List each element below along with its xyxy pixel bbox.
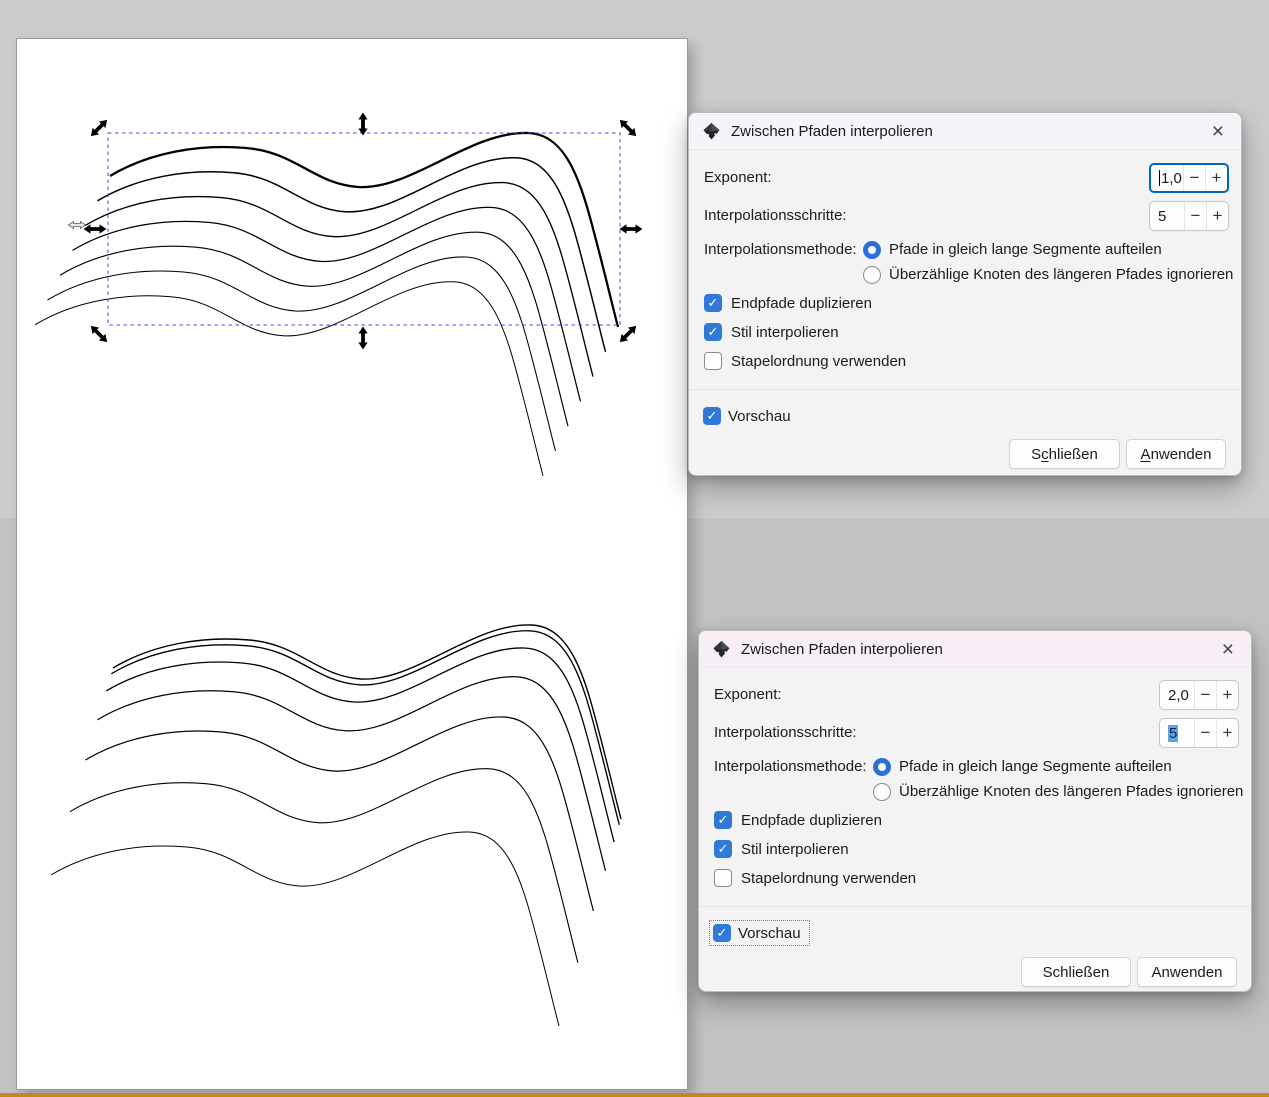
zorder-label[interactable]: Stapelordnung verwenden	[731, 352, 906, 372]
close-icon[interactable]: ×	[1208, 121, 1228, 142]
exponent-value[interactable]: 1,0	[1151, 165, 1183, 191]
scale-handle-arrow-icon[interactable]	[88, 117, 111, 140]
zorder-checkbox[interactable]	[714, 869, 732, 887]
decrement-button[interactable]: −	[1194, 681, 1216, 709]
text-caret	[1159, 170, 1160, 186]
apply-button[interactable]: Anwenden	[1137, 957, 1237, 987]
close-button[interactable]: Schließen	[1021, 957, 1131, 987]
steps-label: Interpolationsschritte:	[714, 723, 857, 743]
method-option-label[interactable]: Überzählige Knoten des längeren Pfades i…	[899, 782, 1243, 802]
method-label: Interpolationsmethode:	[704, 240, 857, 260]
scale-handle-arrow-icon[interactable]	[88, 323, 111, 346]
quadratic-interpolation-curves[interactable]	[70, 769, 578, 963]
linear-interpolation-curves[interactable]	[35, 282, 543, 476]
apply-button[interactable]: Anwenden	[1126, 439, 1226, 469]
preview-control[interactable]: ✓ Vorschau	[700, 404, 799, 428]
quadratic-interpolation-curves[interactable]	[98, 677, 606, 871]
scale-handle-arrow-icon[interactable]	[358, 327, 367, 350]
quadratic-interpolation-curves[interactable]	[106, 648, 614, 842]
decrement-button[interactable]: −	[1194, 719, 1216, 747]
increment-button[interactable]: +	[1206, 202, 1228, 230]
steps-value[interactable]: 5	[1150, 202, 1184, 230]
method-option-label[interactable]: Pfade in gleich lange Segmente aufteilen	[889, 240, 1162, 260]
method-label: Interpolationsmethode:	[714, 757, 867, 777]
exponent-spinner[interactable]: 1,0 − +	[1149, 163, 1229, 193]
mouse-cursor-resize-icon	[68, 222, 85, 229]
interpolate-style-label[interactable]: Stil interpolieren	[731, 323, 839, 343]
steps-spinner[interactable]: 5 − +	[1149, 201, 1229, 231]
interpolate-style-label[interactable]: Stil interpolieren	[741, 840, 849, 860]
decrement-button[interactable]: −	[1184, 202, 1206, 230]
preview-checkbox[interactable]: ✓	[713, 924, 731, 942]
preview-label: Vorschau	[728, 408, 791, 425]
increment-button[interactable]: +	[1216, 719, 1238, 747]
zorder-checkbox[interactable]	[704, 352, 722, 370]
decrement-button[interactable]: −	[1183, 165, 1205, 191]
scale-handle-arrow-icon[interactable]	[617, 323, 640, 346]
linear-interpolation-curves[interactable]	[110, 133, 618, 327]
method-radio-equal-segments[interactable]	[873, 758, 891, 776]
preview-label: Vorschau	[738, 925, 801, 942]
inkscape-logo-icon	[712, 640, 731, 659]
duplicate-endpaths-checkbox[interactable]: ✓	[714, 811, 732, 829]
interpolate-dialog-1: Zwischen Pfaden interpolieren × Exponent…	[688, 112, 1242, 476]
close-button[interactable]: Schließen	[1009, 439, 1120, 469]
interpolate-dialog-2: Zwischen Pfaden interpolieren × Exponent…	[698, 630, 1252, 992]
exponent-label: Exponent:	[714, 685, 782, 705]
duplicate-endpaths-label[interactable]: Endpfade duplizieren	[731, 294, 872, 314]
method-option-label[interactable]: Überzählige Knoten des längeren Pfades i…	[889, 265, 1233, 285]
dialog-separator	[689, 389, 1241, 390]
dialog-titlebar[interactable]: Zwischen Pfaden interpolieren ×	[699, 631, 1251, 668]
method-radio-ignore-nodes[interactable]	[873, 783, 891, 801]
steps-spinner[interactable]: 5 − +	[1159, 718, 1239, 748]
bottom-accent-bar	[0, 1093, 1269, 1097]
inkscape-logo-icon	[702, 122, 721, 141]
dialog-separator	[699, 906, 1251, 907]
scale-handle-arrow-icon[interactable]	[84, 224, 107, 233]
preview-control[interactable]: ✓ Vorschau	[710, 921, 809, 945]
method-option-label[interactable]: Pfade in gleich lange Segmente aufteilen	[899, 757, 1172, 777]
steps-value[interactable]: 5	[1160, 719, 1194, 747]
quadratic-interpolation-curves[interactable]	[111, 631, 619, 825]
quadratic-interpolation-curves[interactable]	[85, 717, 593, 911]
increment-button[interactable]: +	[1205, 165, 1227, 191]
close-icon[interactable]: ×	[1218, 639, 1238, 660]
dialog-title: Zwischen Pfaden interpolieren	[731, 123, 933, 140]
quadratic-interpolation-curves[interactable]	[51, 832, 559, 1026]
increment-button[interactable]: +	[1216, 681, 1238, 709]
method-radio-equal-segments[interactable]	[863, 241, 881, 259]
exponent-spinner[interactable]: 2,0 − +	[1159, 680, 1239, 710]
steps-label: Interpolationsschritte:	[704, 206, 847, 226]
dialog-title: Zwischen Pfaden interpolieren	[741, 641, 943, 658]
dialog-titlebar[interactable]: Zwischen Pfaden interpolieren ×	[689, 113, 1241, 150]
zorder-label[interactable]: Stapelordnung verwenden	[741, 869, 916, 889]
duplicate-endpaths-label[interactable]: Endpfade duplizieren	[741, 811, 882, 831]
scale-handle-arrow-icon[interactable]	[620, 224, 643, 233]
interpolate-style-checkbox[interactable]: ✓	[714, 840, 732, 858]
preview-checkbox[interactable]: ✓	[703, 407, 721, 425]
interpolate-style-checkbox[interactable]: ✓	[704, 323, 722, 341]
method-radio-ignore-nodes[interactable]	[863, 266, 881, 284]
selection-bounding-box	[108, 133, 620, 325]
exponent-value[interactable]: 2,0	[1160, 681, 1194, 709]
duplicate-endpaths-checkbox[interactable]: ✓	[704, 294, 722, 312]
scale-handle-arrow-icon[interactable]	[358, 113, 367, 136]
exponent-label: Exponent:	[704, 168, 772, 188]
scale-handle-arrow-icon[interactable]	[617, 117, 640, 140]
